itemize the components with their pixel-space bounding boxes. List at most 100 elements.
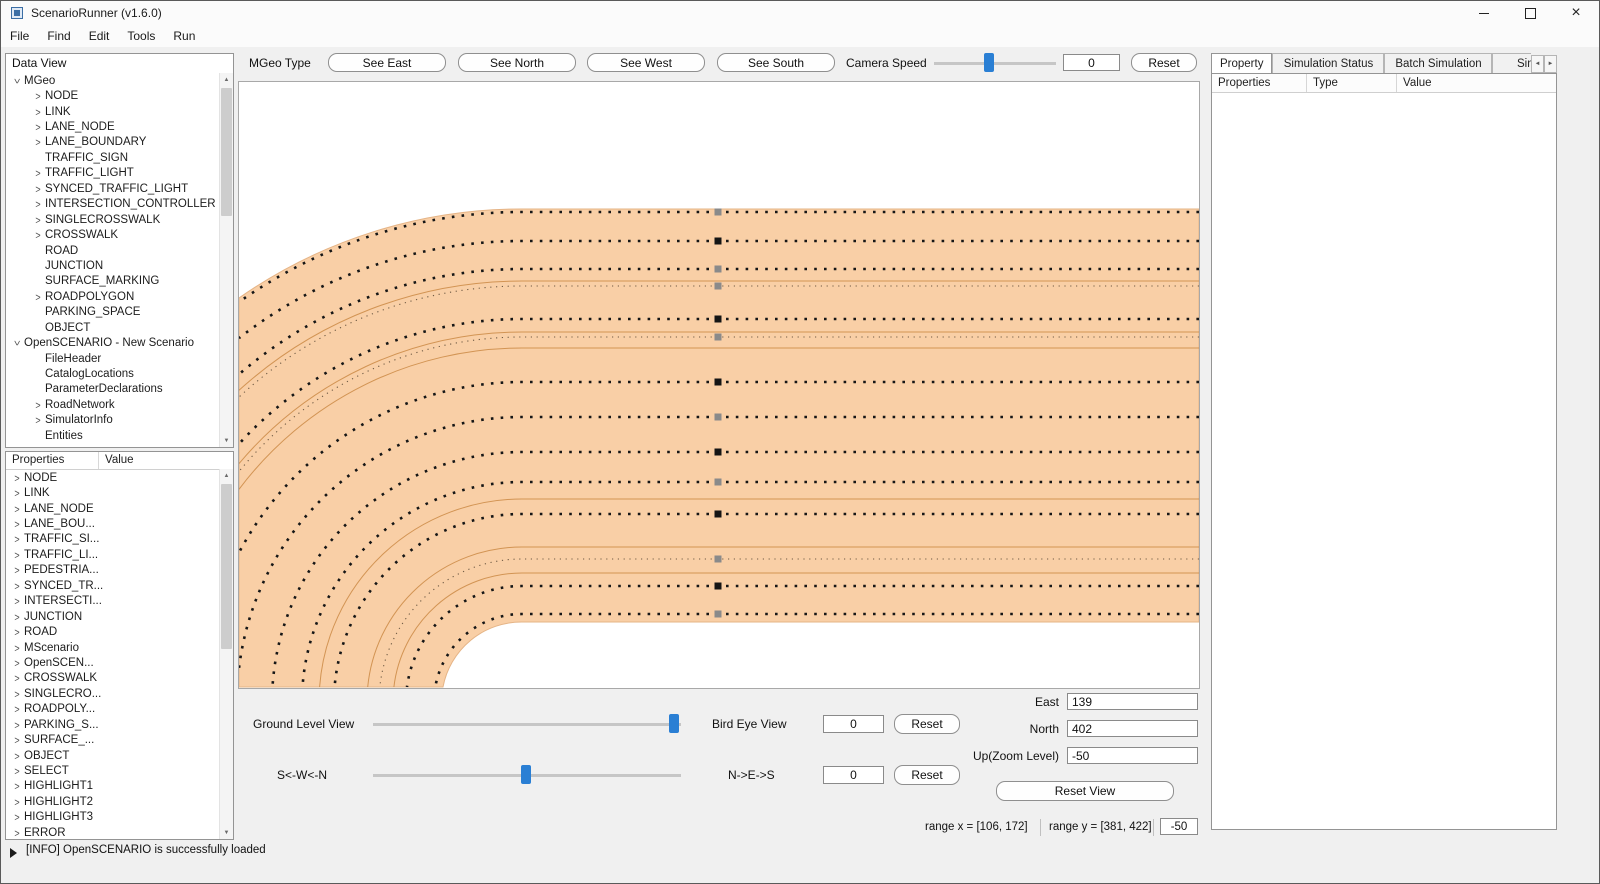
chevron-right-icon[interactable]: > (31, 213, 45, 226)
slider-track[interactable] (373, 723, 681, 726)
menu-tools[interactable]: Tools (118, 25, 164, 47)
chevron-right-icon[interactable]: > (10, 780, 24, 793)
tree-item-synced-traffic-light[interactable]: >SYNCED_TRAFFIC_LIGHT (7, 181, 219, 196)
tree-item-simulatorinfo[interactable]: >SimulatorInfo (7, 413, 219, 428)
scroll-down-icon[interactable]: ▼ (220, 434, 233, 447)
menu-find[interactable]: Find (38, 25, 79, 47)
see-south-button[interactable]: See South (717, 53, 835, 72)
properties-scrollbar[interactable]: ▲ ▼ (219, 469, 233, 839)
scroll-up-icon[interactable]: ▲ (220, 469, 233, 482)
chevron-right-icon[interactable]: > (31, 167, 45, 180)
property-row-mscenario[interactable]: >MScenario (7, 640, 219, 655)
scrollbar-thumb[interactable] (221, 484, 232, 649)
property-row-error[interactable]: >ERROR (7, 825, 219, 838)
slider-handle[interactable] (984, 53, 994, 72)
tree-item-cataloglocations[interactable]: CatalogLocations (7, 366, 219, 381)
range-zoom-input[interactable] (1160, 818, 1198, 835)
chevron-right-icon[interactable]: > (10, 518, 24, 531)
chevron-right-icon[interactable]: > (31, 229, 45, 242)
tree-item-intersection-controller[interactable]: >INTERSECTION_CONTROLLER (7, 197, 219, 212)
scroll-down-icon[interactable]: ▼ (220, 826, 233, 839)
tab-batch-simulation[interactable]: Batch Simulation (1384, 53, 1492, 73)
chevron-right-icon[interactable]: > (10, 533, 24, 546)
see-west-button[interactable]: See West (587, 53, 705, 72)
property-row-openscen[interactable]: >OpenSCEN... (7, 655, 219, 670)
tree-item-crosswalk[interactable]: >CROSSWALK (7, 227, 219, 242)
nes-input[interactable] (823, 766, 884, 784)
tree-item-link[interactable]: >LINK (7, 104, 219, 119)
chevron-right-icon[interactable]: > (10, 672, 24, 685)
tab-property[interactable]: Property (1211, 53, 1272, 73)
chevron-right-icon[interactable]: > (10, 811, 24, 824)
nes-reset-button[interactable]: Reset (894, 765, 960, 785)
property-row-select[interactable]: >SELECT (7, 763, 219, 778)
tree-item-traffic-light[interactable]: >TRAFFIC_LIGHT (7, 166, 219, 181)
property-row-intersecti[interactable]: >INTERSECTI... (7, 594, 219, 609)
scroll-up-icon[interactable]: ▲ (220, 73, 233, 86)
chevron-right-icon[interactable]: > (31, 291, 45, 304)
property-row-parking-s[interactable]: >PARKING_S... (7, 717, 219, 732)
tree-item-entities[interactable]: Entities (7, 428, 219, 443)
property-row-road[interactable]: >ROAD (7, 624, 219, 639)
property-row-node[interactable]: >NODE (7, 470, 219, 485)
chevron-down-icon[interactable]: > (11, 336, 24, 350)
property-row-pedestria[interactable]: >PEDESTRIA... (7, 563, 219, 578)
property-row-roadpoly[interactable]: >ROADPOLY... (7, 702, 219, 717)
chevron-right-icon[interactable]: > (10, 718, 24, 731)
minimize-button[interactable] (1461, 1, 1507, 25)
up-zoom-input[interactable] (1067, 747, 1198, 764)
chevron-right-icon[interactable]: > (10, 610, 24, 623)
property-row-highlight1[interactable]: >HIGHLIGHT1 (7, 779, 219, 794)
see-east-button[interactable]: See East (328, 53, 446, 72)
property-row-surface[interactable]: >SURFACE_... (7, 732, 219, 747)
swn-slider[interactable] (373, 765, 681, 785)
chevron-right-icon[interactable]: > (10, 595, 24, 608)
tree-item-roadpolygon[interactable]: >ROADPOLYGON (7, 289, 219, 304)
chevron-right-icon[interactable]: > (10, 827, 24, 838)
chevron-right-icon[interactable]: > (10, 703, 24, 716)
tree-item-road[interactable]: ROAD (7, 243, 219, 258)
chevron-right-icon[interactable]: > (31, 183, 45, 196)
chevron-right-icon[interactable]: > (31, 121, 45, 134)
chevron-right-icon[interactable]: > (31, 105, 45, 118)
menu-run[interactable]: Run (164, 25, 204, 47)
tree-item-lane-boundary[interactable]: >LANE_BOUNDARY (7, 135, 219, 150)
chevron-right-icon[interactable]: > (10, 734, 24, 747)
chevron-right-icon[interactable]: > (10, 549, 24, 562)
chevron-right-icon[interactable]: > (10, 657, 24, 670)
see-north-button[interactable]: See North (458, 53, 576, 72)
north-input[interactable] (1067, 720, 1198, 737)
property-row-lane-node[interactable]: >LANE_NODE (7, 501, 219, 516)
tree-item-openscenario-new-scenario[interactable]: >OpenSCENARIO - New Scenario (7, 335, 219, 350)
scrollbar-thumb[interactable] (221, 88, 232, 216)
property-row-traffic-li[interactable]: >TRAFFIC_LI... (7, 547, 219, 562)
chevron-right-icon[interactable]: > (10, 641, 24, 654)
tree-item-fileheader[interactable]: FileHeader (7, 351, 219, 366)
tree-item-junction[interactable]: JUNCTION (7, 258, 219, 273)
tree-item-traffic-sign[interactable]: TRAFFIC_SIGN (7, 150, 219, 165)
property-row-traffic-si[interactable]: >TRAFFIC_SI... (7, 532, 219, 547)
camera-speed-reset-button[interactable]: Reset (1131, 53, 1197, 72)
chevron-right-icon[interactable]: > (31, 90, 45, 103)
property-row-singlecro[interactable]: >SINGLECRO... (7, 686, 219, 701)
map-canvas[interactable] (238, 81, 1200, 689)
tab-simulation-status[interactable]: Simulation Status (1272, 53, 1384, 73)
data-view-scrollbar[interactable]: ▲ ▼ (219, 73, 233, 447)
menu-edit[interactable]: Edit (80, 25, 119, 47)
chevron-right-icon[interactable]: > (10, 487, 24, 500)
maximize-button[interactable] (1507, 1, 1553, 25)
slider-handle[interactable] (521, 765, 531, 784)
bird-eye-input[interactable] (823, 715, 884, 733)
camera-speed-slider[interactable] (934, 53, 1056, 73)
tree-item-parking-space[interactable]: PARKING_SPACE (7, 305, 219, 320)
chevron-right-icon[interactable]: > (10, 502, 24, 515)
chevron-right-icon[interactable]: > (10, 765, 24, 778)
property-row-highlight2[interactable]: >HIGHLIGHT2 (7, 794, 219, 809)
camera-speed-input[interactable] (1063, 54, 1120, 71)
tree-item-singlecrosswalk[interactable]: >SINGLECROSSWALK (7, 212, 219, 227)
property-row-junction[interactable]: >JUNCTION (7, 609, 219, 624)
property-row-highlight3[interactable]: >HIGHLIGHT3 (7, 810, 219, 825)
tree-item-mgeo[interactable]: >MGeo (7, 73, 219, 88)
chevron-right-icon[interactable]: > (31, 399, 45, 412)
property-row-lane-bou[interactable]: >LANE_BOU... (7, 516, 219, 531)
